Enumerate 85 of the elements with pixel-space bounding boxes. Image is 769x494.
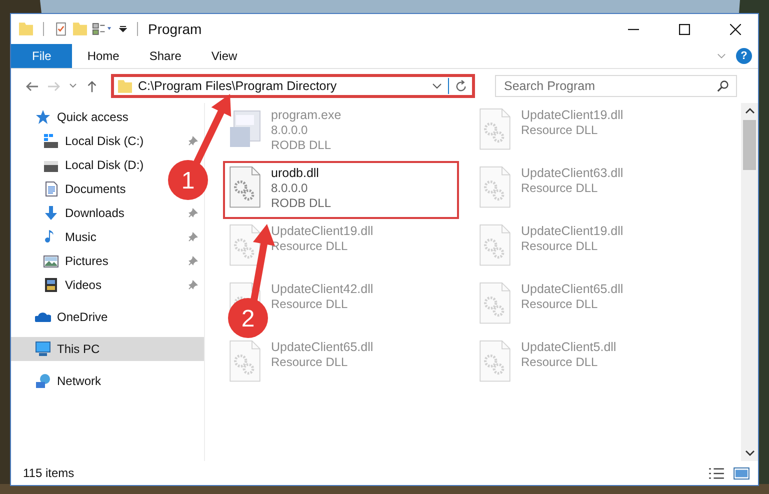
file-detail: Resource DLL [521, 181, 599, 196]
nav-item[interactable]: Local Disk (C:) [43, 129, 146, 153]
file-detail: Resource DLL [521, 297, 599, 312]
recent-dropdown-icon[interactable] [69, 83, 77, 89]
monitor-icon [35, 341, 51, 357]
pin-icon[interactable] [188, 208, 198, 218]
ribbon-tab[interactable]: View [196, 44, 252, 68]
file-name: UpdateClient19.dll [271, 224, 374, 239]
nav-item[interactable]: Network [11, 369, 204, 393]
window-title: Program [148, 21, 202, 37]
document-icon [43, 181, 59, 197]
search-icon[interactable] [717, 80, 729, 92]
ribbon-tab[interactable]: File [11, 44, 72, 68]
nav-item[interactable]: Music [43, 225, 98, 249]
scroll-thumb[interactable] [743, 120, 756, 170]
up-arrow-icon[interactable] [85, 80, 99, 92]
address-bar[interactable]: C:\Program Files\Program Directory [111, 74, 475, 98]
nav-item[interactable]: This PC [11, 337, 204, 361]
file-name: program.exe [271, 108, 342, 123]
address-path: C:\Program Files\Program Directory [138, 79, 338, 93]
pin-icon[interactable] [188, 256, 198, 266]
program-icon [229, 108, 261, 150]
details-view-icon[interactable] [708, 466, 725, 480]
star-icon [35, 109, 51, 125]
gear-file-icon [229, 166, 261, 208]
network-icon [35, 373, 51, 389]
file-name: UpdateClient19.dll [521, 224, 624, 239]
nav-item[interactable]: Documents [43, 177, 128, 201]
view-options-icon[interactable] [92, 22, 112, 36]
gear-file-icon [479, 166, 511, 208]
gear-file-icon [479, 224, 511, 266]
scrollbar[interactable] [741, 103, 758, 461]
close-icon [730, 24, 740, 34]
refresh-icon[interactable] [455, 80, 468, 92]
expand-ribbon-icon[interactable] [717, 53, 726, 59]
file-name: UpdateClient5.dll [521, 340, 616, 355]
nav-item[interactable]: Videos [43, 273, 104, 297]
scroll-down-icon[interactable] [744, 450, 754, 456]
ribbon-tab[interactable]: Home [72, 44, 134, 68]
film-icon [43, 277, 59, 293]
gear-file-icon [229, 340, 261, 382]
file-detail: Resource DLL [271, 297, 349, 312]
properties-icon[interactable] [54, 22, 68, 36]
folder-icon [118, 80, 132, 92]
picture-icon [43, 253, 59, 269]
nav-item[interactable]: OneDrive [11, 305, 204, 329]
file-detail: Resource DLL [521, 239, 599, 254]
search-field[interactable]: Search Program [495, 75, 737, 97]
scroll-up-icon[interactable] [744, 108, 754, 114]
gear-file-icon [229, 224, 261, 266]
pin-icon[interactable] [188, 280, 198, 290]
nav-item[interactable]: Pictures [43, 249, 110, 273]
gear-file-icon [479, 282, 511, 324]
back-arrow-icon[interactable] [25, 80, 39, 92]
pin-icon[interactable] [188, 232, 198, 242]
ribbon-tab[interactable]: Share [134, 44, 196, 68]
file-detail: Resource DLL [271, 355, 349, 370]
file-detail: 8.0.0.0 [271, 123, 309, 138]
maximize-icon [678, 24, 690, 34]
file-name: urodb.dll [271, 166, 320, 181]
help-button[interactable]: ? [736, 48, 752, 64]
file-name: UpdateClient65.dll [271, 340, 374, 355]
item-count: 115 items [23, 466, 74, 480]
file-detail: RODB DLL [271, 138, 332, 153]
gear-file-icon [479, 340, 511, 382]
file-detail: Resource DLL [521, 123, 599, 138]
file-detail: 8.0.0.0 [271, 181, 309, 196]
nav-item[interactable]: Local Disk (D:) [43, 153, 146, 177]
gear-file-icon [479, 108, 511, 150]
file-detail: Resource DLL [521, 355, 599, 370]
download-arrow-icon [43, 205, 59, 221]
thumbnail-view-icon[interactable] [733, 466, 750, 480]
drive-icon [43, 133, 59, 149]
file-name: UpdateClient63.dll [521, 166, 624, 181]
address-dropdown-icon[interactable] [432, 83, 442, 89]
file-detail: Resource DLL [271, 239, 349, 254]
file-item[interactable]: urodb.dll 8.0.0.0 RODB DLL [223, 161, 459, 219]
customize-dropdown-icon[interactable] [119, 25, 127, 33]
file-detail: RODB DLL [271, 196, 332, 211]
pin-icon[interactable] [188, 136, 198, 146]
nav-item[interactable]: Downloads [43, 201, 126, 225]
step-callout: 1 [168, 94, 232, 200]
file-name: UpdateClient19.dll [521, 108, 624, 123]
file-name: UpdateClient42.dll [271, 282, 374, 297]
file-name: UpdateClient65.dll [521, 282, 624, 297]
